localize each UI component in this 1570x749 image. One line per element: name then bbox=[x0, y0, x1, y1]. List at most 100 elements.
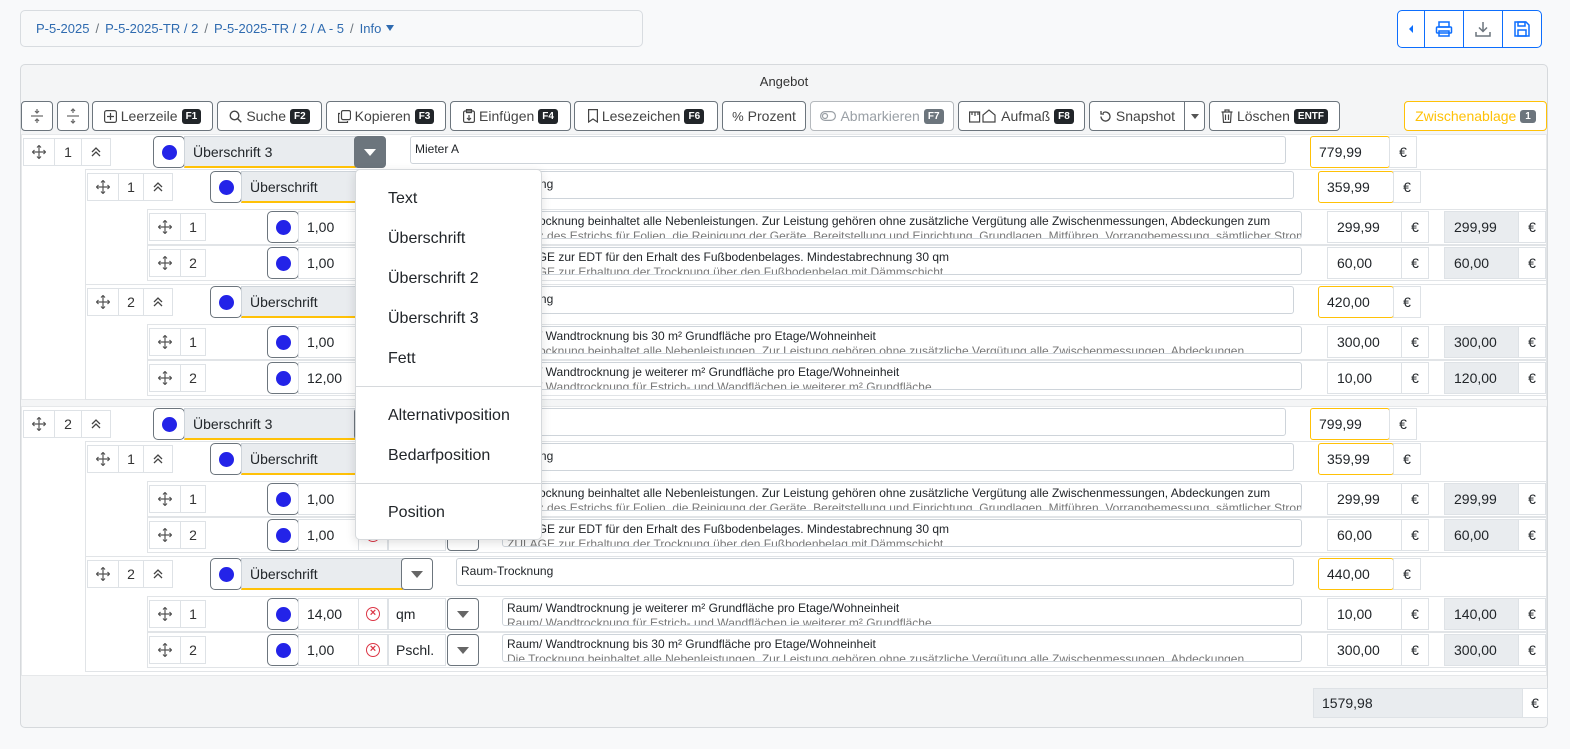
collapse-up-button[interactable] bbox=[143, 560, 173, 588]
unit-price-input[interactable]: 300,00 bbox=[1327, 634, 1402, 666]
move-handle[interactable] bbox=[149, 636, 181, 664]
move-handle[interactable] bbox=[149, 600, 181, 628]
save-button[interactable] bbox=[1502, 10, 1542, 48]
clear-quantity-button[interactable]: × bbox=[358, 598, 388, 630]
color-marker[interactable] bbox=[153, 136, 185, 168]
heading-text-input[interactable]: Raum-Trocknung bbox=[456, 558, 1294, 586]
color-marker[interactable] bbox=[267, 483, 299, 515]
unit-price-input[interactable]: 300,00 bbox=[1327, 326, 1402, 358]
description-textarea[interactable]: Die Trocknung beinhaltet alle Nebenleist… bbox=[502, 483, 1302, 511]
move-handle[interactable] bbox=[23, 410, 55, 438]
delete-button[interactable]: Löschen ENTF bbox=[1209, 101, 1340, 131]
color-marker[interactable] bbox=[267, 362, 299, 394]
move-handle[interactable] bbox=[149, 364, 181, 392]
clipboard-button[interactable]: Zwischenablage 1 bbox=[1404, 101, 1547, 131]
quantity-input[interactable]: 1,00 bbox=[298, 247, 359, 279]
color-marker[interactable] bbox=[267, 326, 299, 358]
menu-item-heading-2[interactable]: Überschrift 2 bbox=[356, 270, 541, 288]
measurement-button[interactable]: Aufmaß F8 bbox=[958, 101, 1085, 131]
row-type-dropdown-toggle[interactable] bbox=[401, 558, 433, 590]
quantity-input[interactable]: 1,00 bbox=[298, 634, 359, 666]
color-marker[interactable] bbox=[210, 286, 242, 318]
clear-quantity-button[interactable]: × bbox=[358, 634, 388, 666]
breadcrumb-item-project[interactable]: P-5-2025 bbox=[36, 21, 89, 36]
quantity-input[interactable]: 1,00 bbox=[298, 519, 359, 551]
description-textarea[interactable]: Raum/ Wandtrocknung je weiterer m² Grund… bbox=[502, 362, 1302, 390]
collapse-up-button[interactable] bbox=[81, 410, 111, 438]
unit-price-input[interactable]: 299,99 bbox=[1327, 211, 1402, 243]
move-handle[interactable] bbox=[23, 138, 55, 166]
quantity-input[interactable]: 12,00 bbox=[298, 362, 359, 394]
color-marker[interactable] bbox=[267, 247, 299, 279]
menu-item-bold[interactable]: Fett bbox=[356, 350, 541, 368]
color-marker[interactable] bbox=[267, 519, 299, 551]
menu-item-position[interactable]: Position bbox=[356, 504, 541, 522]
description-textarea[interactable]: ZULAGE zur EDT für den Erhalt des Fußbod… bbox=[502, 247, 1302, 275]
move-handle[interactable] bbox=[149, 328, 181, 356]
collapse-up-button[interactable] bbox=[143, 173, 173, 201]
move-handle[interactable] bbox=[149, 485, 181, 513]
breadcrumb-item-info[interactable]: Info bbox=[360, 21, 382, 36]
quantity-input[interactable]: 1,00 bbox=[298, 211, 359, 243]
color-marker[interactable] bbox=[267, 211, 299, 243]
percent-button[interactable]: % Prozent bbox=[722, 101, 806, 131]
chevron-down-icon[interactable] bbox=[386, 24, 395, 31]
menu-item-alternative-position[interactable]: Alternativposition bbox=[356, 407, 541, 425]
collapse-up-button[interactable] bbox=[143, 288, 173, 316]
quantity-input[interactable]: 1,00 bbox=[298, 326, 359, 358]
unit-price-input[interactable]: 10,00 bbox=[1327, 362, 1402, 394]
move-handle[interactable] bbox=[149, 249, 181, 277]
unit-select[interactable]: Pschl. bbox=[388, 634, 446, 666]
expand-all-button[interactable] bbox=[21, 101, 53, 131]
unit-select[interactable]: qm bbox=[388, 598, 446, 630]
row-type-select[interactable]: Überschrift 3 bbox=[184, 136, 356, 168]
heading-text-input[interactable]: Mieter A bbox=[410, 136, 1286, 164]
description-textarea[interactable]: ZULAGE zur EDT für den Erhalt des Fußbod… bbox=[502, 519, 1302, 547]
move-handle[interactable] bbox=[87, 288, 119, 316]
move-handle[interactable] bbox=[87, 445, 119, 473]
move-handle[interactable] bbox=[149, 213, 181, 241]
download-button[interactable] bbox=[1463, 10, 1503, 48]
copy-button[interactable]: Kopieren F3 bbox=[326, 101, 446, 131]
print-button[interactable] bbox=[1424, 10, 1464, 48]
quantity-input[interactable]: 14,00 bbox=[298, 598, 359, 630]
menu-item-text[interactable]: Text bbox=[356, 190, 541, 208]
move-handle[interactable] bbox=[87, 173, 119, 201]
color-marker[interactable] bbox=[210, 171, 242, 203]
collapse-all-button[interactable] bbox=[57, 101, 89, 131]
row-type-select[interactable]: Überschrift bbox=[241, 558, 403, 590]
description-textarea[interactable]: Die Trocknung beinhaltet alle Nebenleist… bbox=[502, 211, 1302, 239]
menu-item-demand-position[interactable]: Bedarfposition bbox=[356, 447, 541, 465]
move-handle[interactable] bbox=[87, 560, 119, 588]
description-textarea[interactable]: Raum/ Wandtrocknung je weiterer m² Grund… bbox=[502, 598, 1302, 626]
quantity-input[interactable]: 1,00 bbox=[298, 483, 359, 515]
row-type-dropdown-toggle[interactable] bbox=[354, 136, 386, 168]
color-marker[interactable] bbox=[153, 408, 185, 440]
snapshot-button[interactable]: Snapshot bbox=[1089, 101, 1185, 131]
collapse-up-button[interactable] bbox=[143, 445, 173, 473]
collapse-button[interactable] bbox=[1397, 10, 1425, 48]
breadcrumb-item-document[interactable]: P-5-2025-TR / 2 / A - 5 bbox=[214, 21, 344, 36]
unit-dropdown-toggle[interactable] bbox=[447, 634, 479, 666]
paste-button[interactable]: Einfügen F4 bbox=[450, 101, 571, 131]
snapshot-dropdown-toggle[interactable] bbox=[1184, 101, 1205, 131]
move-handle[interactable] bbox=[149, 521, 181, 549]
unit-price-input[interactable]: 299,99 bbox=[1327, 483, 1402, 515]
unit-dropdown-toggle[interactable] bbox=[447, 598, 479, 630]
description-textarea[interactable]: Raum/ Wandtrocknung bis 30 m² Grundfläch… bbox=[502, 634, 1302, 662]
unmark-button[interactable]: Abmarkieren F7 bbox=[810, 101, 954, 131]
menu-item-heading[interactable]: Überschrift bbox=[356, 230, 541, 248]
collapse-up-button[interactable] bbox=[81, 138, 111, 166]
unit-price-input[interactable]: 60,00 bbox=[1327, 247, 1402, 279]
color-marker[interactable] bbox=[210, 443, 242, 475]
blank-line-button[interactable]: Leerzeile F1 bbox=[92, 101, 213, 131]
search-button[interactable]: Suche F2 bbox=[217, 101, 322, 131]
color-marker[interactable] bbox=[267, 598, 299, 630]
description-textarea[interactable]: Raum/ Wandtrocknung bis 30 m² Grundfläch… bbox=[502, 326, 1302, 354]
heading-text-input[interactable]: Raum-Trocknung bbox=[456, 443, 1294, 471]
bookmark-button[interactable]: Lesezeichen F6 bbox=[574, 101, 718, 131]
breadcrumb-item-trade[interactable]: P-5-2025-TR / 2 bbox=[105, 21, 198, 36]
menu-item-heading-3[interactable]: Überschrift 3 bbox=[356, 310, 541, 328]
row-type-select[interactable]: Überschrift 3 bbox=[184, 408, 356, 440]
color-marker[interactable] bbox=[267, 634, 299, 666]
